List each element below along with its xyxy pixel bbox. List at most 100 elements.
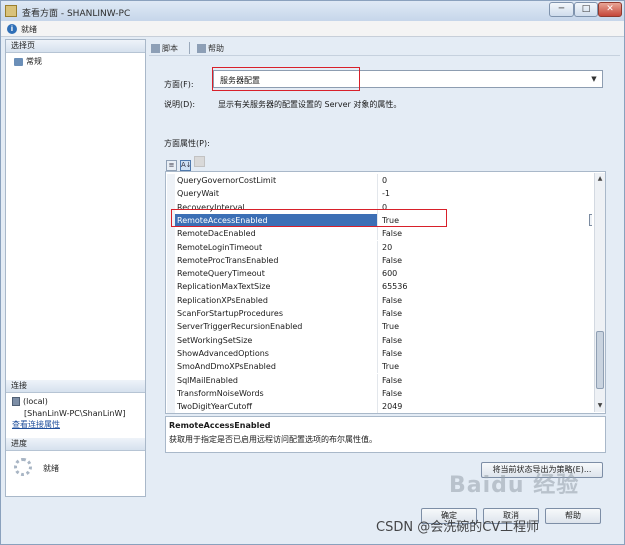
description-label: 说明(D):: [164, 100, 196, 109]
maximize-button[interactable]: □: [574, 2, 598, 17]
left-pane: 选择页 常规 连接 (local) [ShanLinW-PC\ShanLinW]…: [5, 39, 146, 497]
column-divider: [377, 320, 378, 334]
status-text: 就绪: [21, 25, 37, 34]
csdn-watermark: CSDN @会洗碗的CV工程师: [376, 520, 540, 535]
property-value[interactable]: 2049: [382, 402, 402, 411]
scroll-down-icon[interactable]: ▼: [595, 401, 605, 411]
property-value[interactable]: False: [382, 256, 402, 265]
property-value[interactable]: False: [382, 389, 402, 398]
property-name: RemoteProcTransEnabled: [177, 255, 279, 265]
info-icon: i: [7, 24, 17, 34]
progress-spinner-icon: [14, 458, 32, 476]
alphabetical-icon[interactable]: A↓: [180, 160, 192, 171]
scroll-thumb[interactable]: [596, 331, 604, 389]
column-divider: [377, 400, 378, 413]
property-row[interactable]: RemoteLoginTimeout 20: [175, 240, 592, 254]
property-row[interactable]: QueryGovernorCostLimit 0: [175, 174, 592, 188]
property-row[interactable]: TransformNoiseWords False: [175, 386, 592, 401]
property-name: SetWorkingSetSize: [177, 335, 253, 345]
toolbar: 脚本 帮助: [149, 40, 620, 56]
property-value[interactable]: False: [382, 296, 402, 305]
property-row[interactable]: RemoteQueryTimeout 600: [175, 267, 592, 281]
chevron-down-icon: ▼: [591, 75, 597, 83]
property-pages-icon[interactable]: [194, 156, 205, 167]
server-icon: [12, 397, 20, 406]
property-name: RemoteQueryTimeout: [177, 269, 265, 279]
column-divider: [377, 227, 378, 241]
column-divider: [377, 360, 378, 374]
property-name: TwoDigitYearCutoff: [177, 402, 252, 412]
property-grid-toolbar: ≡ A↓: [166, 156, 208, 171]
view-facets-window: 查看方面 - SHANLINW-PC ─ □ ✕ i 就绪 选择页 常规 连接 …: [0, 0, 625, 545]
property-row[interactable]: RemoteProcTransEnabled False: [175, 253, 592, 268]
property-value[interactable]: 65536: [382, 282, 407, 291]
categorized-icon[interactable]: ≡: [166, 160, 177, 171]
property-row[interactable]: RemoteDacEnabled False: [175, 227, 592, 241]
connection-header: 连接: [6, 380, 145, 393]
help-label: 帮助: [208, 44, 224, 53]
page-item-label: 常规: [26, 57, 42, 66]
vertical-scrollbar[interactable]: ▲ ▼: [594, 173, 605, 412]
property-row[interactable]: SetWorkingSetSize False: [175, 333, 592, 347]
column-divider: [377, 333, 378, 347]
property-value[interactable]: True: [382, 322, 399, 331]
property-row[interactable]: ReplicationMaxTextSize 65536: [175, 280, 592, 294]
property-row[interactable]: TwoDigitYearCutoff 2049: [175, 400, 592, 413]
progress-text: 就绪: [43, 464, 59, 473]
property-grid: QueryGovernorCostLimit 0 QueryWait -1 Recove…: [165, 171, 606, 414]
facet-label: 方面(F):: [164, 80, 194, 89]
column-divider: [377, 240, 378, 254]
script-button[interactable]: 脚本: [151, 43, 178, 54]
property-value[interactable]: False: [382, 229, 402, 238]
help-icon: [197, 44, 206, 53]
property-description-title: RemoteAccessEnabled: [169, 421, 271, 430]
page-item-general[interactable]: 常规: [14, 56, 42, 68]
column-divider: [377, 187, 378, 201]
property-value[interactable]: 20: [382, 243, 392, 252]
help-button[interactable]: 帮助: [197, 43, 224, 54]
column-divider: [377, 307, 378, 321]
view-connection-properties-link[interactable]: 查看连接属性: [12, 420, 60, 430]
script-icon: [151, 44, 160, 53]
property-value[interactable]: 0: [382, 176, 387, 185]
property-row[interactable]: ServerTriggerRecursionEnabled True: [175, 320, 592, 334]
property-row[interactable]: ShowAdvancedOptions False: [175, 346, 592, 361]
value-dropdown-icon[interactable]: ▼: [589, 213, 592, 226]
property-name: ShowAdvancedOptions: [177, 348, 269, 358]
property-row[interactable]: ScanForStartupProcedures False: [175, 307, 592, 321]
property-name: RemoteLoginTimeout: [177, 242, 263, 252]
close-button[interactable]: ✕: [598, 2, 622, 17]
server-name: (local): [23, 397, 48, 406]
property-value[interactable]: False: [382, 349, 402, 358]
property-name: RemoteDacEnabled: [177, 229, 256, 239]
column-divider: [377, 174, 378, 188]
script-label: 脚本: [162, 44, 178, 53]
facet-description: 显示有关服务器的配置设置的 Server 对象的属性。: [218, 100, 402, 109]
minimize-button[interactable]: ─: [549, 2, 574, 17]
property-name: SmoAndDmoXPsEnabled: [177, 362, 276, 372]
property-row[interactable]: SqlMailEnabled False: [175, 373, 592, 387]
property-value[interactable]: False: [382, 376, 402, 385]
property-value[interactable]: 600: [382, 269, 397, 278]
property-row[interactable]: SmoAndDmoXPsEnabled True: [175, 360, 592, 374]
column-divider: [377, 253, 378, 268]
connection-user: [ShanLinW-PC\ShanLinW]: [24, 409, 126, 418]
property-value[interactable]: True: [382, 362, 399, 371]
help-dialog-button[interactable]: 帮助: [545, 508, 601, 524]
scroll-up-icon[interactable]: ▲: [595, 174, 605, 184]
highlight-facet-box: [212, 67, 360, 91]
property-value[interactable]: False: [382, 309, 402, 318]
property-name: ServerTriggerRecursionEnabled: [177, 322, 303, 332]
toolbar-separator: [189, 42, 190, 54]
property-name: SqlMailEnabled: [177, 375, 238, 385]
title-bar: 查看方面 - SHANLINW-PC ─ □ ✕: [1, 1, 624, 21]
property-value[interactable]: -1: [382, 189, 390, 198]
column-divider: [377, 346, 378, 361]
property-value[interactable]: False: [382, 336, 402, 345]
app-icon: [5, 5, 17, 17]
property-row[interactable]: QueryWait -1: [175, 187, 592, 201]
property-row[interactable]: ReplicationXPsEnabled False: [175, 293, 592, 307]
column-divider: [377, 373, 378, 387]
highlight-row-box: [171, 209, 447, 227]
column-divider: [377, 386, 378, 401]
